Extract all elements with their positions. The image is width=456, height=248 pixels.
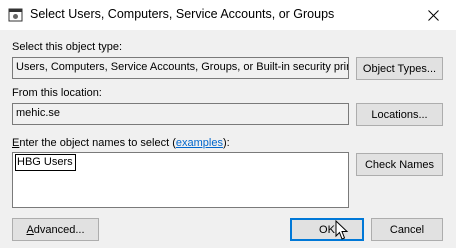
advanced-button[interactable]: Advanced... [12,218,99,241]
close-icon [427,9,439,21]
cancel-button[interactable]: Cancel [371,218,443,241]
locations-button-label: Locations... [371,108,428,121]
close-button[interactable] [410,0,456,30]
advanced-button-label: Advanced... [26,224,84,236]
location-value: mehic.se [16,107,61,119]
location-label: From this location: [12,87,102,99]
ok-button[interactable]: OK [290,218,364,241]
names-label-end: ): [222,137,230,149]
names-label-text: nter the object names to select ( [19,137,176,149]
locations-button[interactable]: Locations... [356,103,443,126]
object-names-input[interactable]: HBG Users [12,152,349,208]
advanced-accelerator: A [26,223,34,236]
advanced-label-rest: dvanced... [33,223,85,236]
cancel-button-label: Cancel [389,223,425,236]
window-icon [8,8,23,22]
mouse-cursor-icon [335,220,349,240]
object-types-button-label: Object Types... [362,62,437,75]
location-field: mehic.se [12,103,349,125]
object-types-button[interactable]: Object Types... [356,57,443,80]
object-name-entry: HBG Users [15,154,76,171]
names-label: Enter the object names to select (exampl… [12,137,230,149]
object-type-label: Select this object type: [12,41,123,53]
title-bar: Select Users, Computers, Service Account… [0,0,456,30]
object-type-field: Users, Computers, Service Accounts, Grou… [12,57,349,79]
check-names-button[interactable]: Check Names [356,153,443,176]
object-type-value: Users, Computers, Service Accounts, Grou… [16,61,349,73]
ok-button-label: OK [319,223,335,236]
window-title: Select Users, Computers, Service Account… [30,7,335,21]
examples-link[interactable]: examples [176,137,223,149]
check-names-button-label: Check Names [364,158,435,171]
select-users-dialog: Select Users, Computers, Service Account… [0,0,456,248]
